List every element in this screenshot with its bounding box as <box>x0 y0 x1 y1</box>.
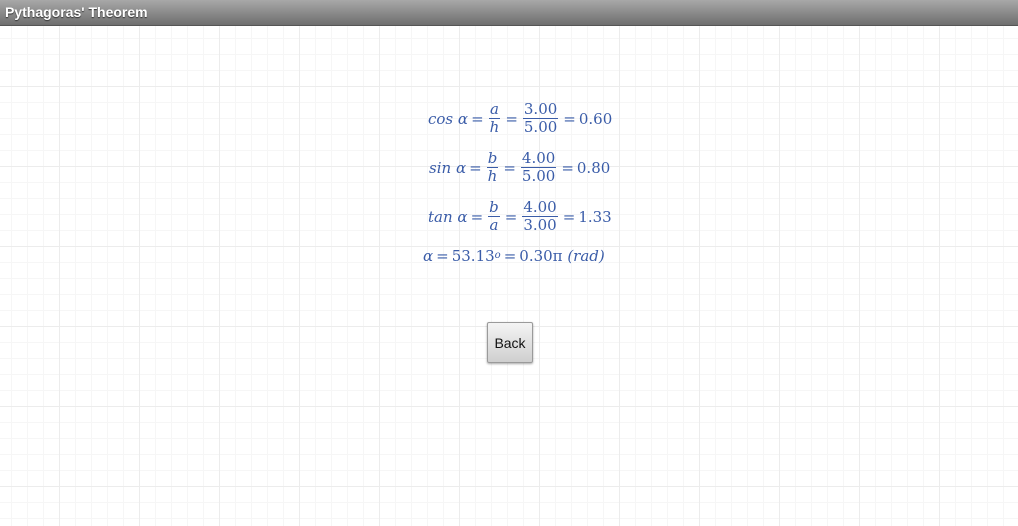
sin-eq1: = <box>469 158 482 177</box>
sin-num-value: 4.00 <box>520 149 557 168</box>
cos-num-value: 3.00 <box>522 100 559 119</box>
tan-result: 1.33 <box>578 207 612 226</box>
tan-value-fraction: 4.00 3.00 <box>522 198 558 234</box>
cos-symbolic-fraction: a h <box>489 101 501 136</box>
radian-unit: (rad) <box>567 247 605 265</box>
sin-den-symbol: h <box>487 167 498 185</box>
sin-angle: α <box>455 158 467 177</box>
sin-result: 0.80 <box>576 158 611 177</box>
angle-symbol: α <box>423 247 434 265</box>
angle-degrees: 53.13 <box>451 247 495 265</box>
sin-num-symbol: b <box>486 149 499 168</box>
cos-equation: cos α = a h = 3.00 5.00 = 0.60 <box>428 101 612 136</box>
tan-num-value: 4.00 <box>522 198 558 217</box>
cos-angle: α <box>457 109 469 128</box>
angle-equation: α = 53.13 o = 0.30π (rad) <box>423 247 605 265</box>
tan-den-symbol: a <box>489 216 499 234</box>
cos-eq3: = <box>563 109 576 128</box>
tan-eq2: = <box>504 207 518 226</box>
cos-eq1: = <box>471 109 484 128</box>
angle-eq1: = <box>436 247 449 265</box>
tan-eq1: = <box>470 207 484 226</box>
tan-angle: α <box>457 207 468 226</box>
cos-den-value: 5.00 <box>523 118 558 136</box>
cos-num-symbol: a <box>489 100 500 119</box>
sin-den-value: 5.00 <box>521 167 556 185</box>
cos-result: 0.60 <box>578 109 613 128</box>
sin-equation: sin α = b h = 4.00 5.00 = 0.80 <box>429 150 610 185</box>
tan-num-symbol: b <box>488 198 500 217</box>
sin-symbolic-fraction: b h <box>486 149 499 185</box>
tan-eq3: = <box>562 207 576 226</box>
back-button[interactable]: Back <box>487 322 533 363</box>
title-bar: Pythagoras' Theorem <box>0 0 1018 26</box>
cos-eq2: = <box>505 109 518 128</box>
window-title: Pythagoras' Theorem <box>5 4 148 20</box>
angle-radians: 0.30π <box>519 247 563 265</box>
sin-value-fraction: 4.00 5.00 <box>520 149 557 185</box>
cos-den-symbol: h <box>489 118 500 136</box>
tan-equation: tan α = b a = 4.00 3.00 = 1.33 <box>428 199 612 234</box>
angle-eq2: = <box>503 247 517 265</box>
cos-value-fraction: 3.00 5.00 <box>522 100 559 136</box>
sin-eq3: = <box>561 158 574 177</box>
sin-func: sin <box>429 158 452 177</box>
sin-eq2: = <box>503 158 516 177</box>
tan-func: tan <box>428 207 453 226</box>
tan-den-value: 3.00 <box>523 216 557 234</box>
tan-symbolic-fraction: b a <box>488 199 500 234</box>
cos-func: cos <box>428 109 454 128</box>
